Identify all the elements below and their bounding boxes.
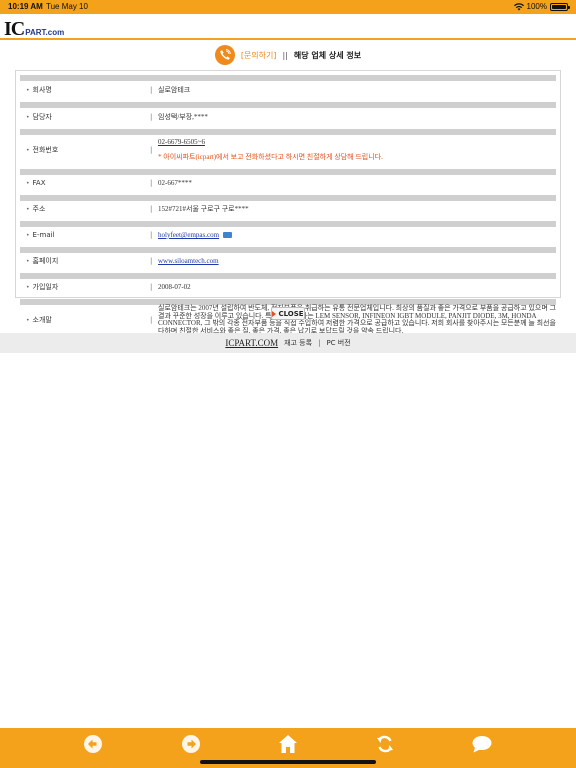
title-separator: || <box>282 50 288 60</box>
battery-icon <box>550 2 570 11</box>
pc-version-link[interactable]: PC 버전 <box>326 338 350 348</box>
status-right: 100% <box>513 2 570 11</box>
home-indicator[interactable] <box>200 760 376 764</box>
intro-value: 실로암테크는 2007년 설립하여 반도체, 전자부품을 취급하는 유통 전문업… <box>158 304 556 335</box>
status-time: 10:19 AM <box>8 2 43 11</box>
row-email: E-mail | holyfeet@empas.com <box>20 227 556 243</box>
status-bar: 10:19 AM Tue May 10 100% <box>0 0 576 14</box>
homepage-label: 홈페이지 <box>20 256 150 266</box>
close-button[interactable]: CLOSE <box>271 307 305 320</box>
phone-value[interactable]: 02-6679-6505~6 <box>158 138 205 146</box>
row-joined: 가입일자 | 2008-07-02 <box>20 279 556 295</box>
cell-divider: | <box>150 283 153 291</box>
cell-divider: | <box>150 257 153 265</box>
phone-cell: 02-6679-6505~6 * 아이씨파트(icpart)에서 보고 전화하셨… <box>158 138 556 162</box>
fax-value: 02-667**** <box>158 179 192 187</box>
row-fax: FAX | 02-667**** <box>20 175 556 191</box>
row-company: 회사명 | 실로암테크 <box>20 81 556 98</box>
intro-label: 소개말 <box>20 315 150 325</box>
mail-icon[interactable] <box>222 232 232 239</box>
joined-label: 가입일자 <box>20 282 150 292</box>
cell-divider: | <box>150 146 153 154</box>
icpart-logo[interactable]: IC PART.com <box>4 18 65 40</box>
refresh-icon[interactable] <box>373 732 397 756</box>
footer-separator: | <box>318 339 321 347</box>
address-value: 152#721#서울 구로구 구로**** <box>158 205 249 213</box>
app-header: IC PART.com <box>0 14 576 40</box>
fax-label: FAX <box>20 179 150 187</box>
page-title-row: [문의하기] || 해당 업체 상세 정보 <box>0 44 576 66</box>
footer-brand-link[interactable]: ICPART.COM <box>225 338 278 348</box>
manager-value: 임성택/부장,**** <box>158 112 208 121</box>
chat-bubble-icon[interactable] <box>470 732 494 756</box>
close-label: CLOSE <box>278 309 304 318</box>
homepage-cell: www.siloamtech.com <box>158 257 556 265</box>
wifi-icon <box>513 2 524 10</box>
logo-ic: IC <box>4 18 25 40</box>
forward-arrow-icon[interactable] <box>179 732 203 756</box>
address-label: 주소 <box>20 204 150 214</box>
play-arrow-icon <box>272 310 277 317</box>
company-info-table: 회사명 | 실로암테크 담당자 | 임성택/부장,**** 전화번호 | 02-… <box>15 70 561 334</box>
row-manager: 담당자 | 임성택/부장,**** <box>20 108 556 125</box>
status-date: Tue May 10 <box>46 2 88 11</box>
company-label: 회사명 <box>20 85 150 95</box>
site-footer: ICPART.COM 재고 등록 | PC 버전 <box>0 333 576 353</box>
phone-icon <box>214 45 235 65</box>
row-phone: 전화번호 | 02-6679-6505~6 * 아이씨파트(icpart)에서 … <box>20 135 556 165</box>
row-homepage: 홈페이지 | www.siloamtech.com <box>20 253 556 269</box>
phone-label: 전화번호 <box>20 145 150 155</box>
page-title: 해당 업체 상세 정보 <box>293 50 362 60</box>
home-icon[interactable] <box>276 732 300 756</box>
cell-divider: | <box>150 112 153 121</box>
stock-register-link[interactable]: 재고 등록 <box>284 338 312 348</box>
homepage-link[interactable]: www.siloamtech.com <box>158 257 219 265</box>
email-cell: holyfeet@empas.com <box>158 231 556 239</box>
email-label: E-mail <box>20 231 150 239</box>
logo-part: PART.com <box>25 28 65 37</box>
battery-percent: 100% <box>526 2 547 11</box>
cell-divider: | <box>150 179 153 187</box>
cell-divider: | <box>150 231 153 239</box>
email-link[interactable]: holyfeet@empas.com <box>158 231 219 239</box>
manager-label: 담당자 <box>20 112 150 122</box>
inquiry-link[interactable]: [문의하기] <box>241 50 277 61</box>
company-value: 실로암테크 <box>158 85 191 94</box>
back-arrow-icon[interactable] <box>81 732 105 756</box>
cell-divider: | <box>150 205 153 213</box>
cell-divider: | <box>150 85 153 94</box>
cell-divider: | <box>150 316 153 324</box>
phone-notice: * 아이씨파트(icpart)에서 보고 전화하셨다고 하시면 친절하게 상담해… <box>158 153 383 161</box>
row-address: 주소 | 152#721#서울 구로구 구로**** <box>20 201 556 217</box>
joined-value: 2008-07-02 <box>158 283 191 291</box>
